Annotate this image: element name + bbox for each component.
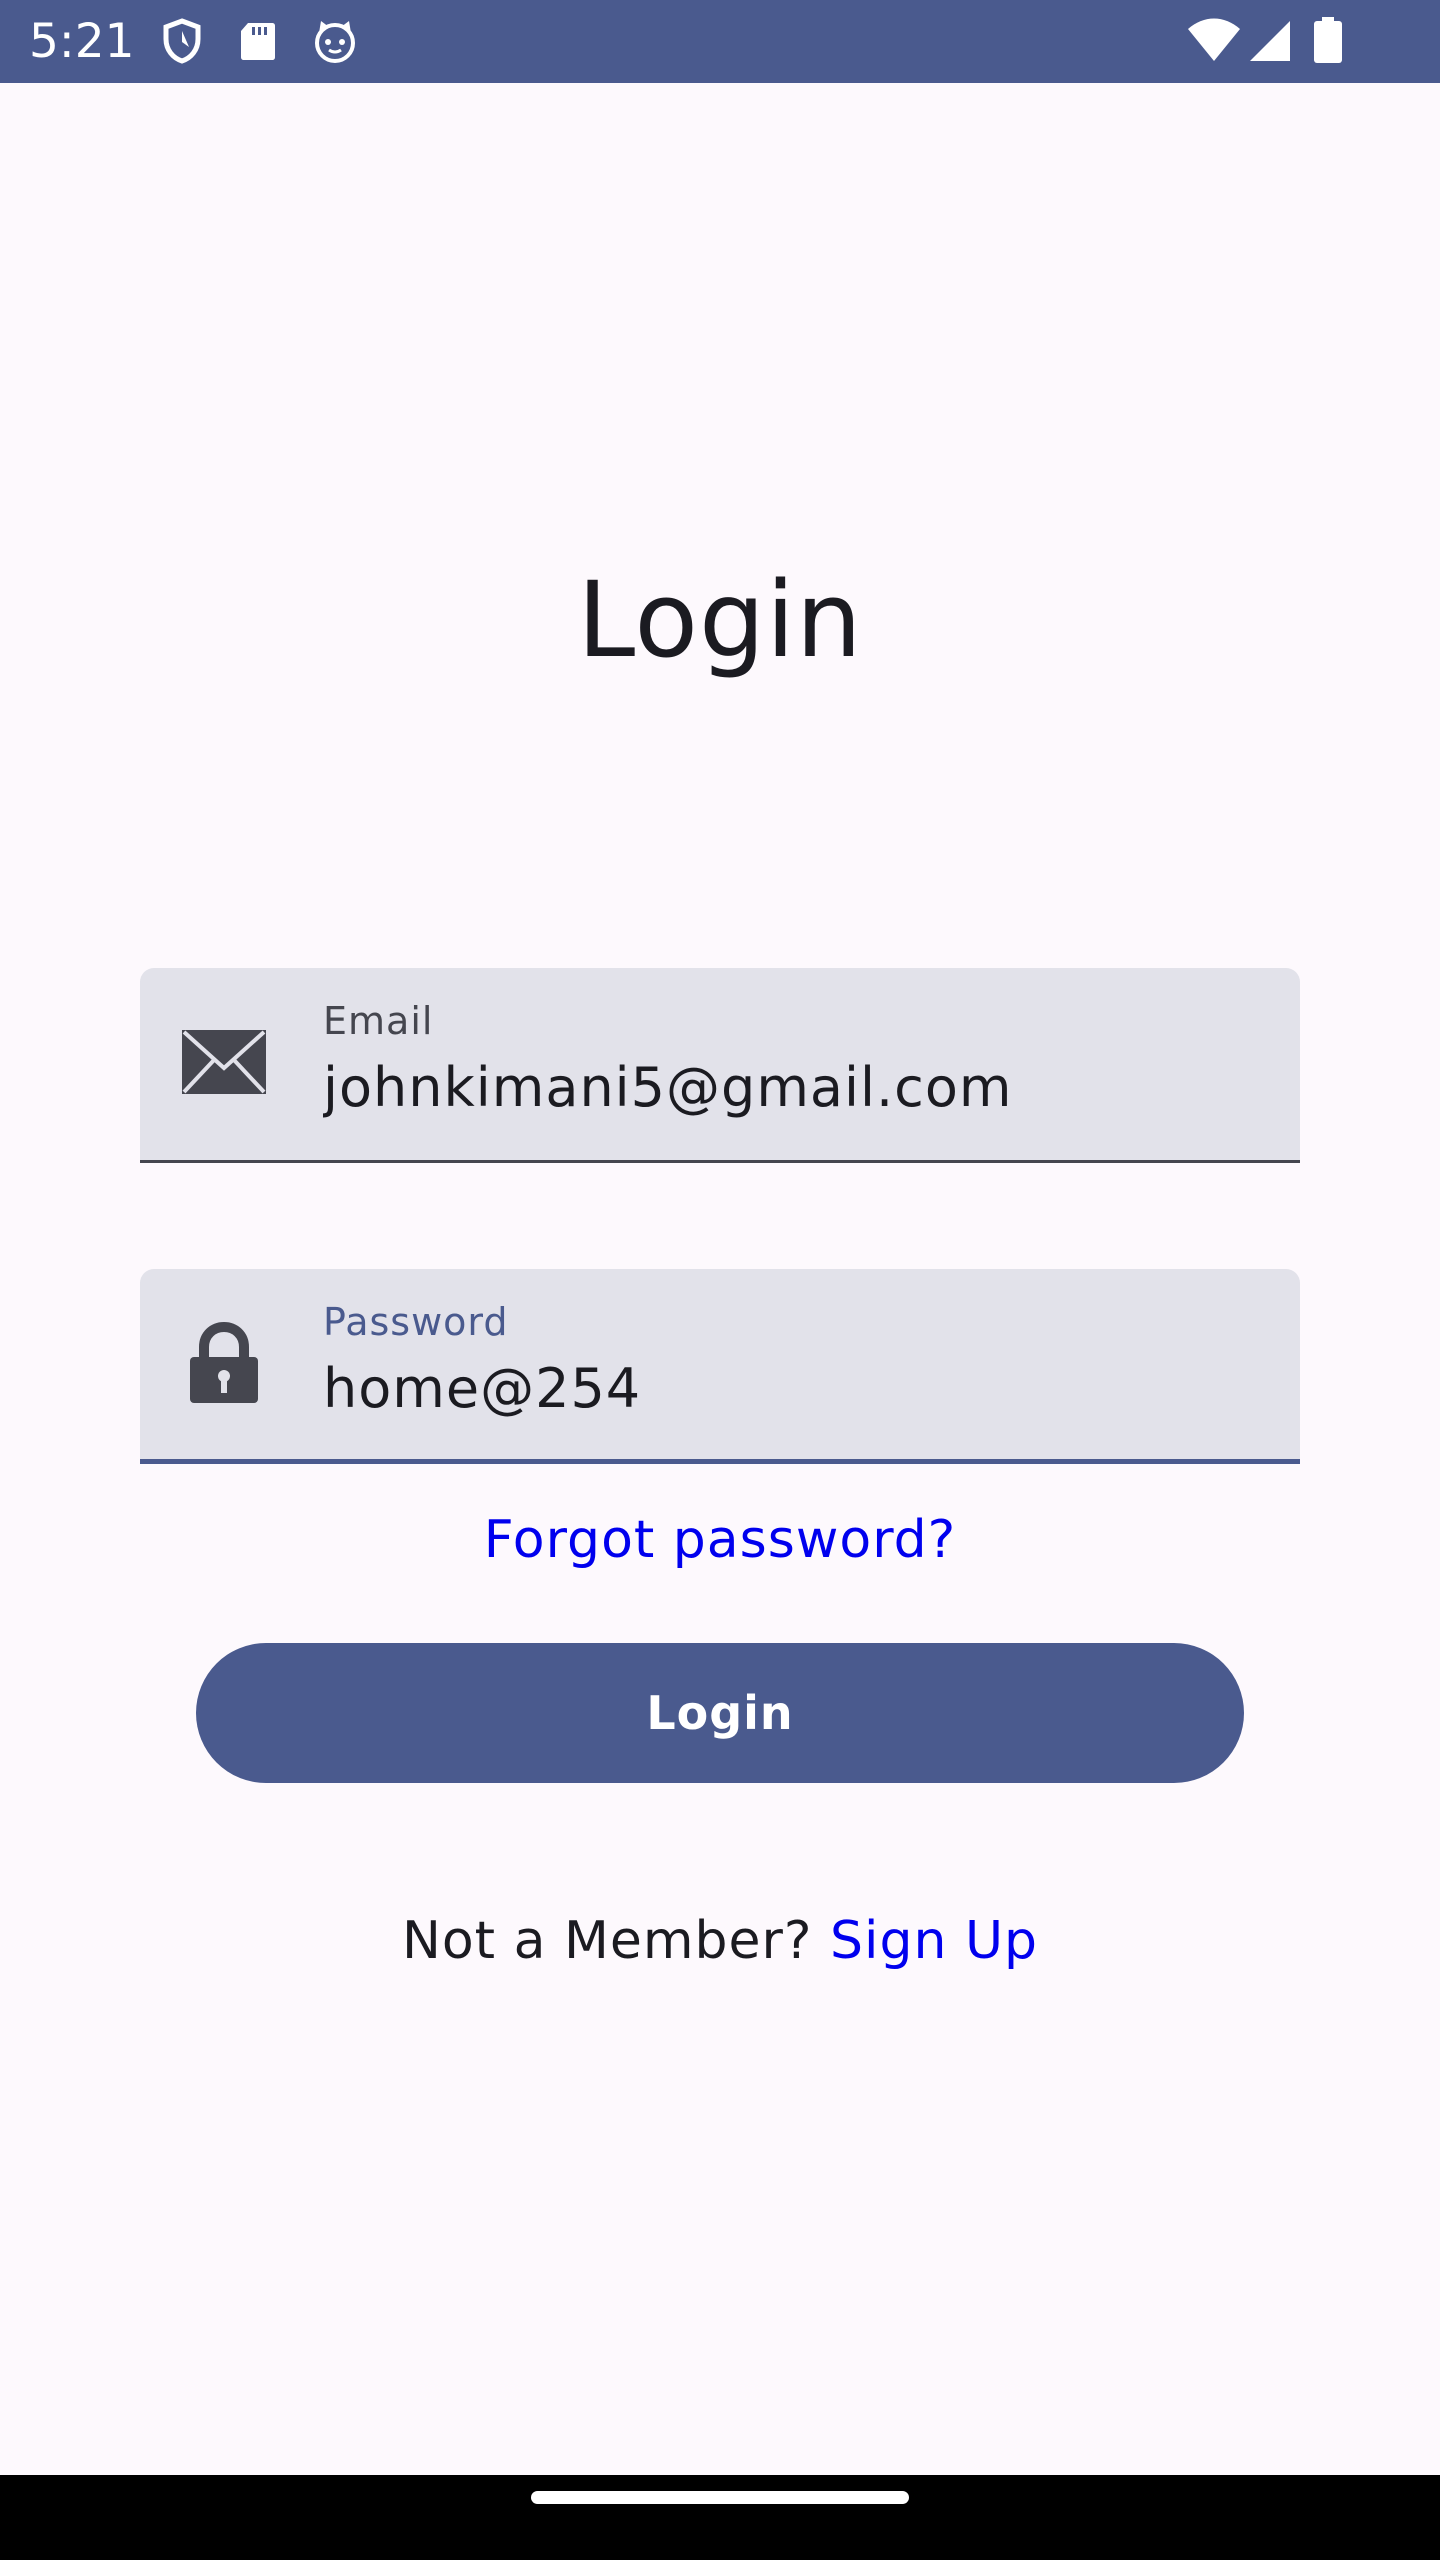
navigation-bar bbox=[0, 2475, 1440, 2560]
signup-link[interactable]: Sign Up bbox=[830, 1911, 1038, 1971]
battery-icon bbox=[1314, 17, 1342, 63]
cellular-signal-icon bbox=[1250, 21, 1290, 61]
password-field[interactable]: Password bbox=[140, 1269, 1300, 1464]
home-gesture-handle[interactable] bbox=[531, 2491, 909, 2504]
forgot-password-link[interactable]: Forgot password? bbox=[0, 1508, 1440, 1572]
shield-icon bbox=[163, 18, 201, 64]
password-input[interactable] bbox=[323, 1357, 1263, 1421]
page-title: Login bbox=[577, 558, 863, 681]
envelope-icon bbox=[182, 1030, 266, 1094]
cat-face-icon bbox=[315, 21, 355, 63]
email-label: Email bbox=[323, 999, 434, 1043]
email-field[interactable]: Email bbox=[140, 968, 1300, 1163]
login-button[interactable]: Login bbox=[196, 1643, 1244, 1783]
status-bar: 5:21 bbox=[0, 0, 1440, 83]
wifi-icon bbox=[1188, 18, 1240, 61]
signup-prompt: Not a Member? bbox=[401, 1911, 830, 1971]
email-input[interactable] bbox=[323, 1056, 1263, 1120]
status-time: 5:21 bbox=[29, 14, 135, 69]
lock-icon bbox=[190, 1321, 258, 1403]
password-label: Password bbox=[323, 1300, 509, 1344]
sd-card-icon bbox=[241, 23, 275, 60]
signup-row: Not a Member? Sign Up bbox=[0, 1909, 1440, 1973]
